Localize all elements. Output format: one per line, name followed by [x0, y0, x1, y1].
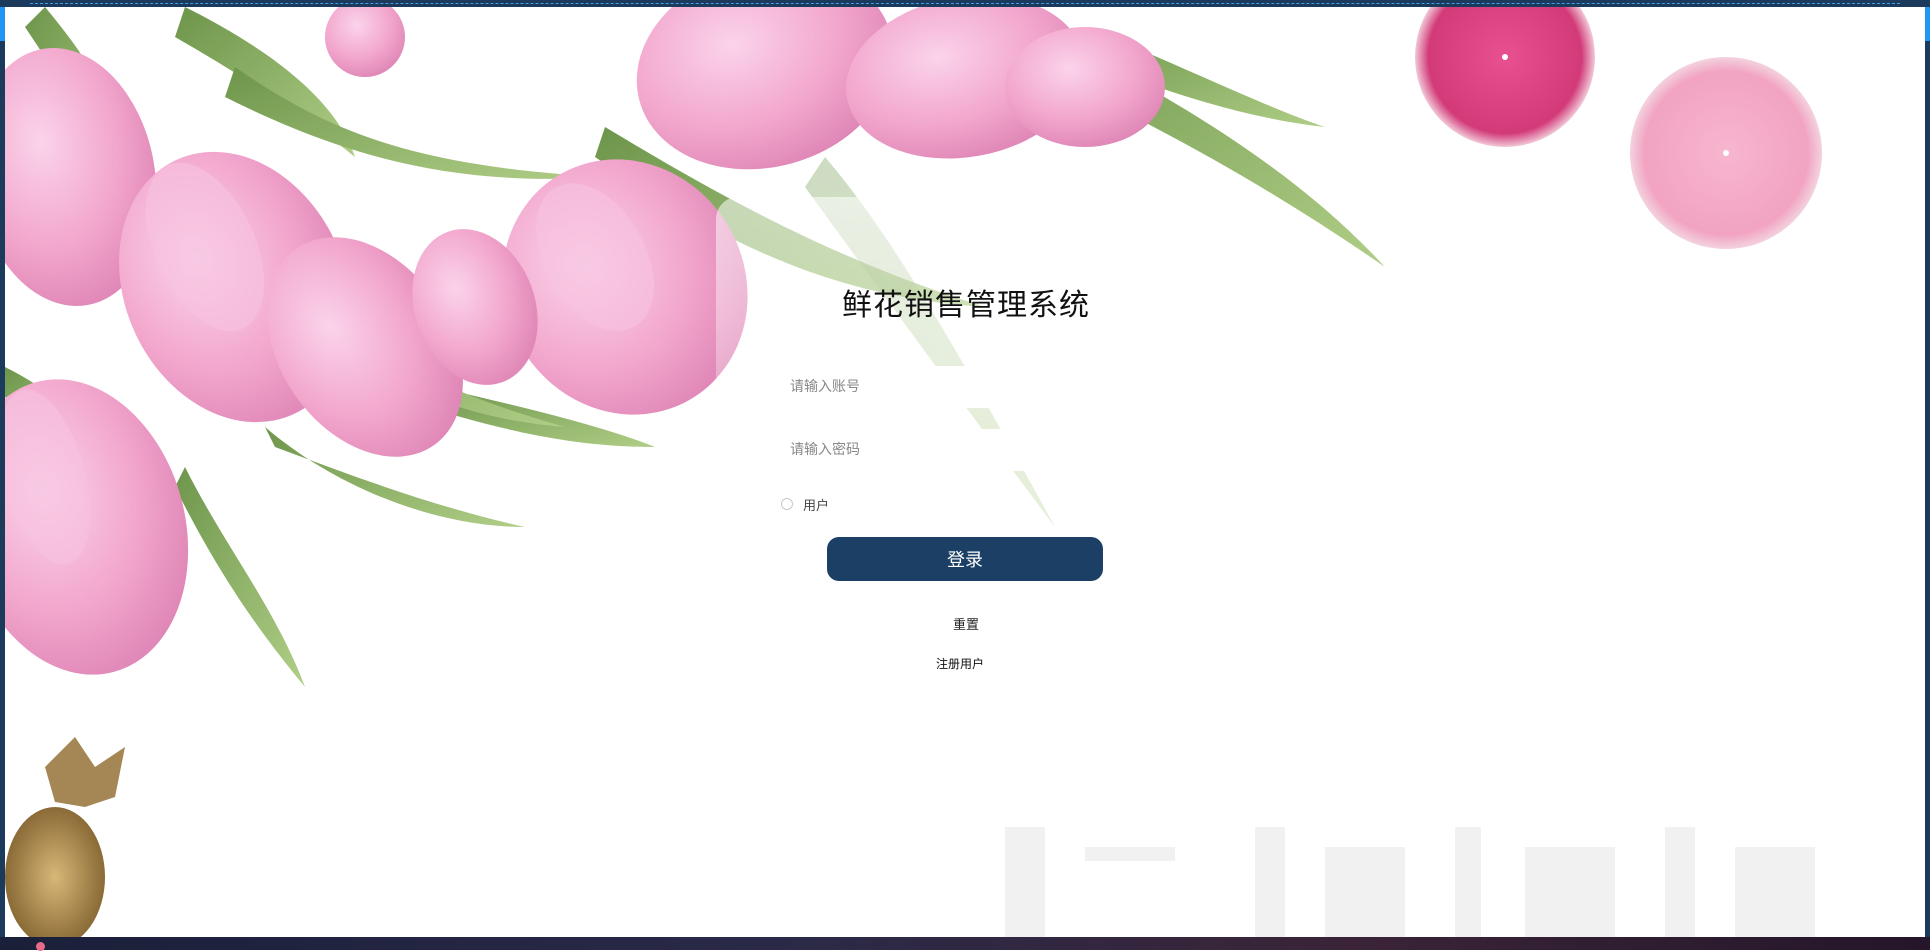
taskbar-strip: [0, 937, 1930, 950]
role-radio-label: 用户: [803, 498, 830, 514]
window-right-edge: [1925, 7, 1930, 937]
login-button[interactable]: 登录: [827, 537, 1103, 581]
window-top-strip: [0, 0, 1930, 7]
reset-button[interactable]: 重置: [916, 614, 1016, 633]
password-input[interactable]: [780, 429, 1080, 471]
role-radio-user[interactable]: 用户: [781, 496, 830, 514]
account-input[interactable]: [780, 366, 1080, 408]
page-title: 鲜花销售管理系统: [842, 288, 1090, 323]
register-user-link[interactable]: 注册用户: [910, 655, 1010, 672]
window-left-edge: [0, 7, 5, 937]
radio-circle-icon[interactable]: [781, 498, 793, 510]
